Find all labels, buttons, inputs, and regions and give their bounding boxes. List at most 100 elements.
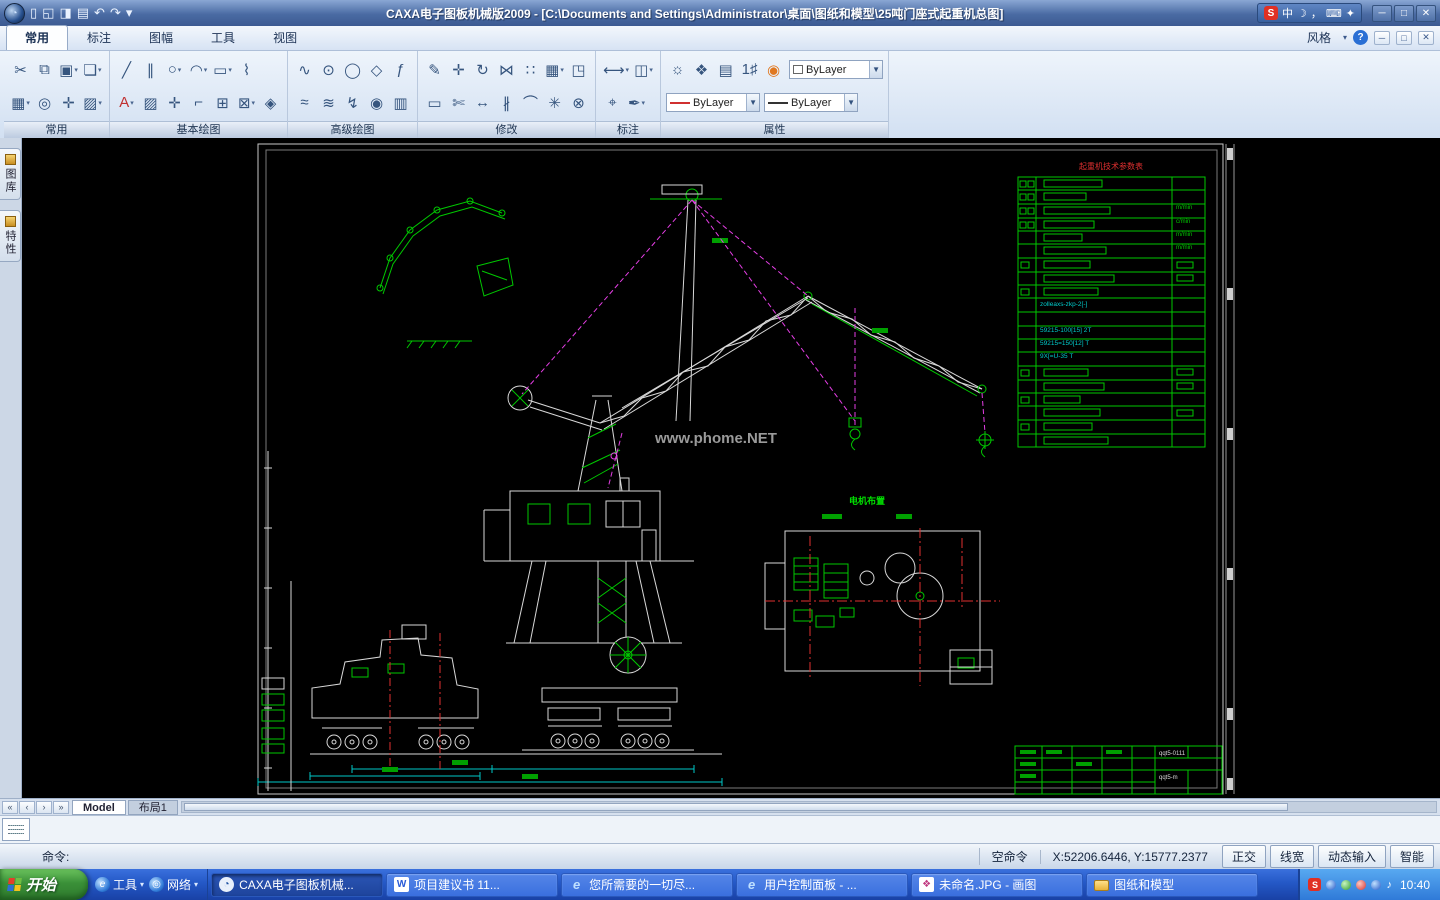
lineweight-toggle[interactable]: 线宽	[1270, 845, 1314, 868]
tab-tools[interactable]: 工具	[192, 25, 254, 50]
rotate-icon[interactable]: ↻	[471, 56, 494, 83]
layer-print-icon[interactable]: ▤	[714, 56, 737, 83]
layer-settings-icon[interactable]: ❖	[690, 56, 713, 83]
drawing-viewport[interactable]: 起重机技术参数表	[22, 138, 1440, 798]
linetype-combo[interactable]: ByLayer ▼	[666, 93, 760, 112]
local-enlarge-icon[interactable]: ◉	[365, 89, 388, 116]
undo-icon[interactable]: ↶	[94, 5, 105, 21]
task-paint[interactable]: ❖ 未命名.JPG - 画图	[911, 873, 1083, 897]
ime-bar[interactable]: S 中 ☽ ， ⌨ ✦	[1257, 3, 1362, 23]
datum-icon[interactable]: ⌖	[601, 89, 624, 116]
bitmap-icon[interactable]: ▥	[389, 89, 412, 116]
style-button[interactable]: 风格	[1301, 28, 1337, 47]
zoom-icon[interactable]: ◎	[33, 89, 56, 116]
fillet-icon[interactable]: ⌒	[519, 89, 542, 116]
point-icon[interactable]: ⊙	[317, 56, 340, 83]
command-window[interactable]	[0, 815, 1440, 843]
polyline-icon[interactable]: ⌇	[235, 56, 258, 83]
horizontal-scrollbar-thumb[interactable]	[184, 803, 1288, 811]
new-icon[interactable]: ▯	[30, 5, 37, 21]
layer-scale-icon[interactable]: 1♯	[738, 56, 761, 83]
circle-icon[interactable]: ○▾	[163, 56, 186, 83]
block-icon[interactable]: ⊠▾	[235, 89, 258, 116]
lineweight-combo-arrow-icon[interactable]: ▼	[844, 94, 857, 111]
paste-icon[interactable]: ▣▾	[57, 56, 80, 83]
tools-quick-icon[interactable]: e	[95, 877, 110, 892]
ortho-toggle[interactable]: 正交	[1222, 845, 1266, 868]
tab-common[interactable]: 常用	[6, 25, 68, 50]
ime-keyboard-icon[interactable]: ⌨	[1326, 7, 1342, 20]
lineweight-combo[interactable]: ByLayer ▼	[764, 93, 858, 112]
color-combo[interactable]: ByLayer ▼	[789, 60, 883, 79]
sheet-nav-last-icon[interactable]: »	[53, 801, 69, 814]
ime-lang-icon[interactable]: 中	[1282, 5, 1293, 21]
volume-icon[interactable]: ♪	[1386, 879, 1392, 891]
line-icon[interactable]: ╱	[115, 56, 138, 83]
ime-tools-icon[interactable]: ✦	[1346, 7, 1355, 20]
network-quick-icon[interactable]: ◎	[149, 877, 164, 892]
layer-visibility-icon[interactable]: ☼	[666, 56, 689, 83]
ime-moon-icon[interactable]: ☽	[1297, 7, 1307, 20]
explode-icon[interactable]: ✳	[543, 89, 566, 116]
sheet-nav-next-icon[interactable]: ›	[36, 801, 52, 814]
tab-view[interactable]: 视图	[254, 25, 316, 50]
wave-line-icon[interactable]: ≈	[293, 89, 316, 116]
grid-icon[interactable]: ▦▾	[9, 89, 32, 116]
dynamic-input-toggle[interactable]: 动态输入	[1318, 845, 1386, 868]
command-history-expander[interactable]	[2, 818, 30, 841]
doc-restore-button[interactable]: □	[1396, 31, 1412, 45]
open-icon[interactable]: ◱	[42, 5, 54, 21]
scale-icon[interactable]: ◳	[567, 56, 590, 83]
print-icon[interactable]: ▤	[77, 5, 89, 21]
color-wheel-icon[interactable]: ◉	[762, 56, 785, 83]
tab-dimension[interactable]: 标注	[68, 25, 130, 50]
dim-linear-icon[interactable]: ⟷▾	[601, 56, 631, 83]
mirror-icon[interactable]: ⋈	[495, 56, 518, 83]
ellipse-icon[interactable]: ◯	[341, 56, 364, 83]
horizontal-scrollbar[interactable]	[181, 801, 1437, 813]
network-dropdown-icon[interactable]: ▾	[194, 880, 198, 889]
doc-close-button[interactable]: ✕	[1418, 31, 1434, 45]
network-tray-icon[interactable]	[1326, 880, 1336, 890]
rail-tab-properties[interactable]: 特性	[0, 210, 21, 262]
sheet-tab-model[interactable]: Model	[72, 800, 126, 815]
text-icon[interactable]: A▾	[115, 89, 138, 116]
dim-style-icon[interactable]: ◫▾	[632, 56, 655, 83]
task-word-doc[interactable]: W 项目建议书 11...	[386, 873, 558, 897]
help-button[interactable]: ?	[1353, 30, 1368, 45]
task-ie-page-1[interactable]: e 您所需要的一切尽...	[561, 873, 733, 897]
tools-dropdown-icon[interactable]: ▾	[140, 880, 144, 889]
linetype-combo-arrow-icon[interactable]: ▼	[746, 94, 759, 111]
sheet-tab-layout1[interactable]: 布局1	[128, 800, 178, 815]
cut-icon[interactable]: ✂	[9, 56, 32, 83]
sogou-icon[interactable]: S	[1264, 6, 1278, 20]
drawing-canvas[interactable]: 起重机技术参数表	[22, 138, 1440, 798]
rail-tab-library[interactable]: 图库	[0, 148, 21, 200]
sogou-tray-icon[interactable]: S	[1308, 878, 1321, 891]
ime-punct-icon[interactable]: ，	[1311, 5, 1322, 21]
erase-icon[interactable]: ✎	[423, 56, 446, 83]
minimize-button[interactable]: ─	[1372, 5, 1392, 22]
sheet-nav-prev-icon[interactable]: ‹	[19, 801, 35, 814]
task-ie-page-2[interactable]: e 用户控制面板 - ...	[736, 873, 908, 897]
task-caxa[interactable]: ◔ CAXA电子图板机械...	[211, 873, 383, 897]
spline-icon[interactable]: ∿	[293, 56, 316, 83]
command-prompt[interactable]: 命令:	[42, 848, 69, 865]
smart-snap-toggle[interactable]: 智能	[1390, 845, 1434, 868]
pattern-fill-icon[interactable]: ∷	[519, 56, 542, 83]
maximize-button[interactable]: □	[1394, 5, 1414, 22]
rectangle-icon[interactable]: ▭▾	[211, 56, 234, 83]
hatch-icon[interactable]: ▨	[139, 89, 162, 116]
pick-icon[interactable]: ▭	[423, 89, 446, 116]
move-icon[interactable]: ✛	[447, 56, 470, 83]
double-fold-line-icon[interactable]: ≋	[317, 89, 340, 116]
pan-icon[interactable]: ✛	[57, 89, 80, 116]
break-icon[interactable]: ∦	[495, 89, 518, 116]
sheet-nav-first-icon[interactable]: «	[2, 801, 18, 814]
arc-icon[interactable]: ◠▾	[187, 56, 210, 83]
tab-sheet[interactable]: 图幅	[130, 25, 192, 50]
update-tray-icon[interactable]	[1371, 880, 1381, 890]
redo-icon[interactable]: ↷	[110, 5, 121, 21]
antivirus-tray-icon[interactable]	[1356, 880, 1366, 890]
polygon-icon[interactable]: ◇	[365, 56, 388, 83]
